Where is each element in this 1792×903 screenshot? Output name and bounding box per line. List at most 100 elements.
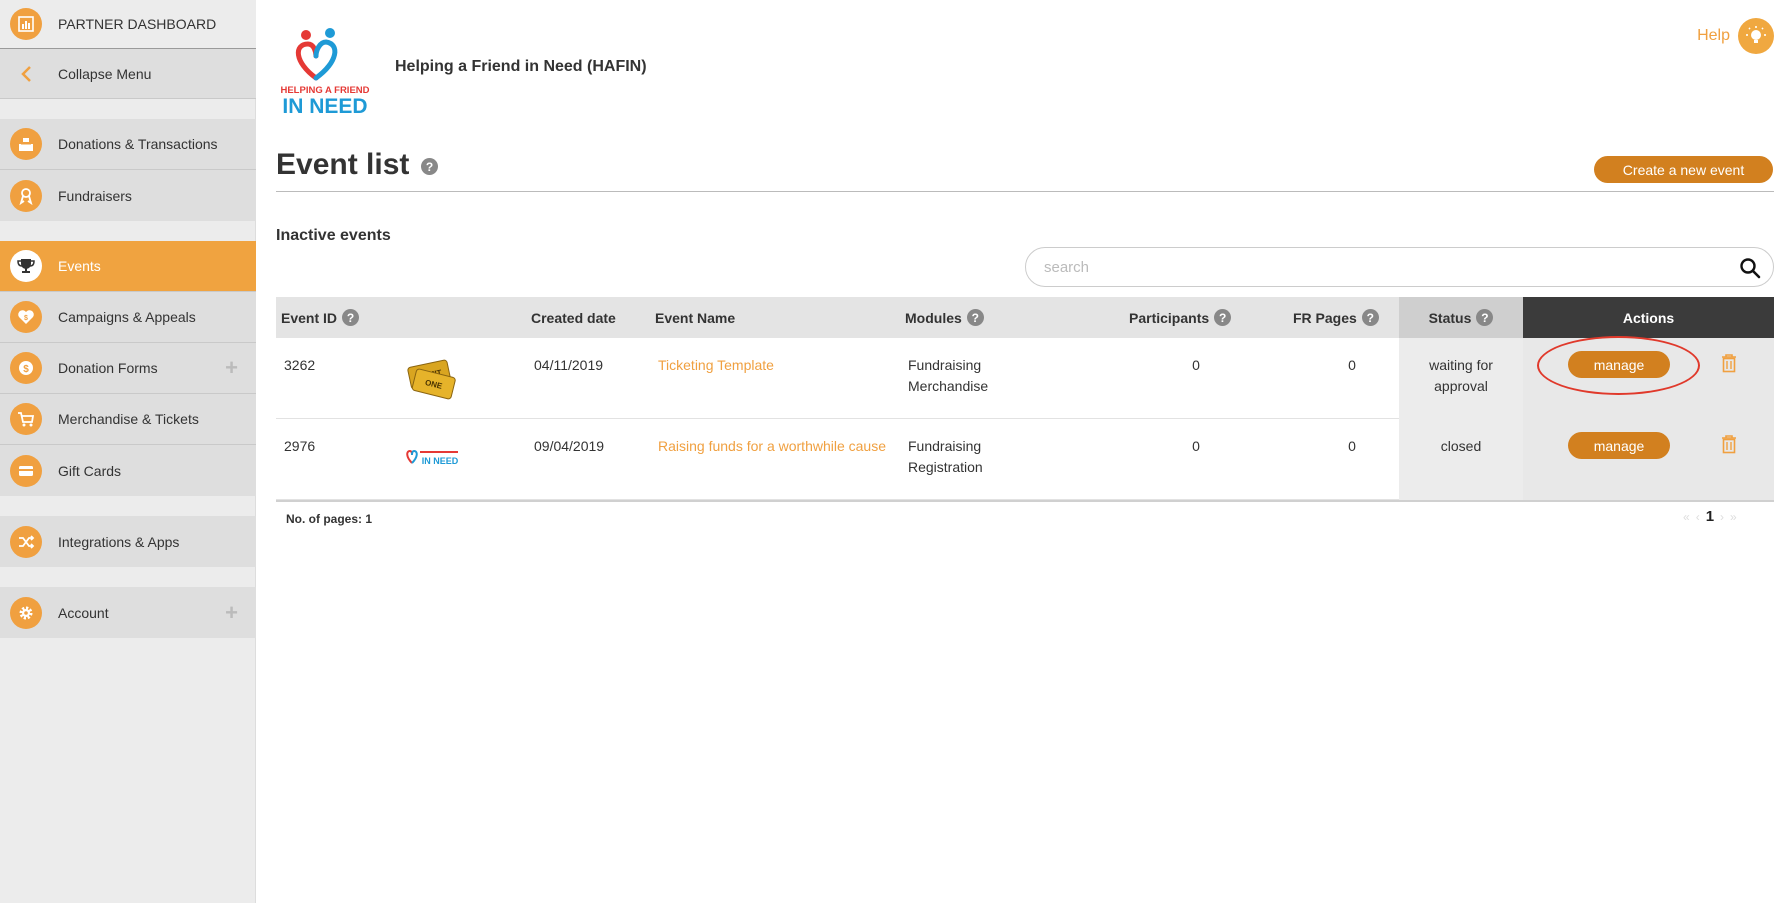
partner-dashboard-label: PARTNER DASHBOARD (58, 16, 217, 32)
shuffle-icon (10, 525, 42, 558)
question-icon[interactable]: ? (421, 158, 438, 175)
search-bar (1025, 247, 1774, 287)
search-input[interactable] (1044, 248, 1724, 286)
page-title: Event list (276, 148, 410, 181)
ticket-image-icon: ADMIT ONE (407, 359, 456, 400)
sidebar-item-label: Integrations & Apps (58, 533, 180, 550)
modules: Fundraising Registration (908, 436, 983, 478)
collapse-menu-label: Collapse Menu (58, 65, 152, 82)
question-icon[interactable]: ? (966, 309, 984, 326)
divider (276, 500, 1774, 502)
participants: 0 (1192, 357, 1200, 373)
ribbon-icon (10, 179, 42, 212)
sidebar-item-label: Events (58, 258, 101, 274)
credit-card-icon (10, 454, 42, 487)
table-header: Event ID? Created date Event Name Module… (276, 297, 1774, 338)
coin-icon: $ (10, 352, 42, 384)
trash-icon[interactable] (1719, 433, 1739, 455)
sidebar-item-label: Fundraisers (58, 187, 132, 204)
trash-icon[interactable] (1719, 352, 1739, 374)
col-label: Modules (905, 309, 962, 326)
status-text: approval (1434, 378, 1488, 394)
heart-logo-icon: HELPING A FRIEND IN NEED (280, 28, 370, 118)
collapse-menu-button[interactable]: Collapse Menu (0, 49, 256, 99)
sidebar-item-campaigns[interactable]: $ Campaigns & Appeals (0, 292, 256, 343)
question-icon[interactable]: ? (1214, 309, 1232, 326)
cart-icon (10, 403, 42, 435)
col-event-id[interactable]: Event ID? (281, 297, 360, 338)
sidebar-item-integrations[interactable]: Integrations & Apps (0, 516, 256, 567)
org-name: Helping a Friend in Need (HAFIN) (395, 58, 647, 75)
sidebar-item-fundraisers[interactable]: Fundraisers (0, 170, 256, 221)
col-modules[interactable]: Modules? (905, 297, 984, 338)
sidebar: PARTNER DASHBOARD Collapse Menu Donation… (0, 0, 256, 903)
module-item: Fundraising (908, 438, 982, 454)
donation-box-icon (10, 128, 42, 160)
table-row: 3262 ADMIT ONE 04/11/2019 Ticketing Temp… (276, 336, 1774, 419)
first-page-button[interactable]: « (1683, 510, 1690, 524)
create-event-button[interactable]: Create a new event (1594, 156, 1773, 183)
manage-button[interactable]: manage (1568, 432, 1670, 459)
sidebar-item-label: Gift Cards (58, 462, 122, 479)
sidebar-item-donation-forms[interactable]: $ Donation Forms + (0, 343, 256, 394)
gear-icon (10, 596, 42, 629)
org-logo: HELPING A FRIEND IN NEED (276, 22, 375, 118)
col-fr-pages[interactable]: FR Pages? (1293, 297, 1379, 338)
expand-plus-icon[interactable]: + (225, 357, 238, 379)
status-cell-bg (1399, 419, 1523, 500)
sidebar-item-label: Donation Forms (58, 360, 158, 376)
module-item: Merchandise (908, 378, 989, 394)
sidebar-item-events[interactable]: Events (0, 241, 256, 292)
col-actions: Actions (1523, 297, 1774, 338)
last-page-button[interactable]: » (1730, 510, 1737, 524)
created-date: 09/04/2019 (534, 438, 605, 454)
col-label: Actions (1622, 309, 1675, 326)
question-icon[interactable]: ? (342, 309, 360, 326)
module-item: Fundraising (908, 357, 982, 373)
col-created-date[interactable]: Created date (531, 297, 616, 338)
current-page[interactable]: 1 (1706, 508, 1714, 525)
help-button[interactable]: Help (1697, 18, 1774, 54)
col-status[interactable]: Status? (1399, 297, 1523, 338)
sidebar-item-donations[interactable]: Donations & Transactions (0, 119, 256, 170)
table-row: 2976 IN NEED 09/04/2019 Raising funds fo… (276, 419, 1774, 500)
question-icon[interactable]: ? (1361, 309, 1379, 326)
heart-logo-icon: IN NEED (406, 449, 459, 466)
divider (276, 191, 1774, 192)
module-item: Registration (908, 459, 983, 475)
next-page-button[interactable]: › (1720, 510, 1724, 524)
event-name-link[interactable]: Ticketing Template (658, 355, 774, 376)
event-id: 3262 (284, 357, 316, 373)
sidebar-item-merchandise[interactable]: Merchandise & Tickets (0, 394, 256, 445)
fr-pages: 0 (1348, 438, 1356, 454)
trophy-icon (10, 250, 42, 282)
svg-text:IN NEED: IN NEED (282, 95, 367, 116)
sidebar-item-gift-cards[interactable]: Gift Cards (0, 445, 256, 496)
lightbulb-icon (1738, 18, 1774, 54)
col-label: Event ID (281, 309, 338, 326)
sidebar-item-label: Donations & Transactions (58, 136, 218, 152)
pagination: « ‹ 1 › » (1683, 508, 1737, 525)
question-icon[interactable]: ? (1476, 309, 1494, 326)
col-label: Status (1428, 309, 1472, 326)
prev-page-button[interactable]: ‹ (1696, 510, 1700, 524)
partner-dashboard-link[interactable]: PARTNER DASHBOARD (0, 0, 256, 49)
section-title: Inactive events (276, 227, 391, 244)
sidebar-group-1: Donations & Transactions Fundraisers (0, 119, 256, 221)
manage-button[interactable]: manage (1568, 351, 1670, 378)
event-logo-thumbnail: IN NEED (404, 445, 462, 470)
svg-text:IN NEED: IN NEED (422, 456, 459, 466)
svg-text:$: $ (23, 364, 29, 375)
event-name-link[interactable]: Raising funds for a worthwhile cause (658, 436, 886, 457)
col-event-name[interactable]: Event Name (655, 297, 735, 338)
status: waiting for approval (1399, 355, 1523, 397)
col-participants[interactable]: Participants? (1129, 297, 1232, 338)
col-label: FR Pages (1293, 309, 1357, 326)
sidebar-item-account[interactable]: Account + (0, 587, 256, 638)
sidebar-group-2: Events $ Campaigns & Appeals $ Donation … (0, 241, 256, 496)
expand-plus-icon[interactable]: + (225, 601, 238, 624)
col-label: Event Name (655, 309, 736, 326)
search-icon[interactable] (1739, 257, 1761, 279)
sidebar-group-3: Integrations & Apps (0, 516, 256, 567)
svg-text:$: $ (24, 315, 28, 322)
